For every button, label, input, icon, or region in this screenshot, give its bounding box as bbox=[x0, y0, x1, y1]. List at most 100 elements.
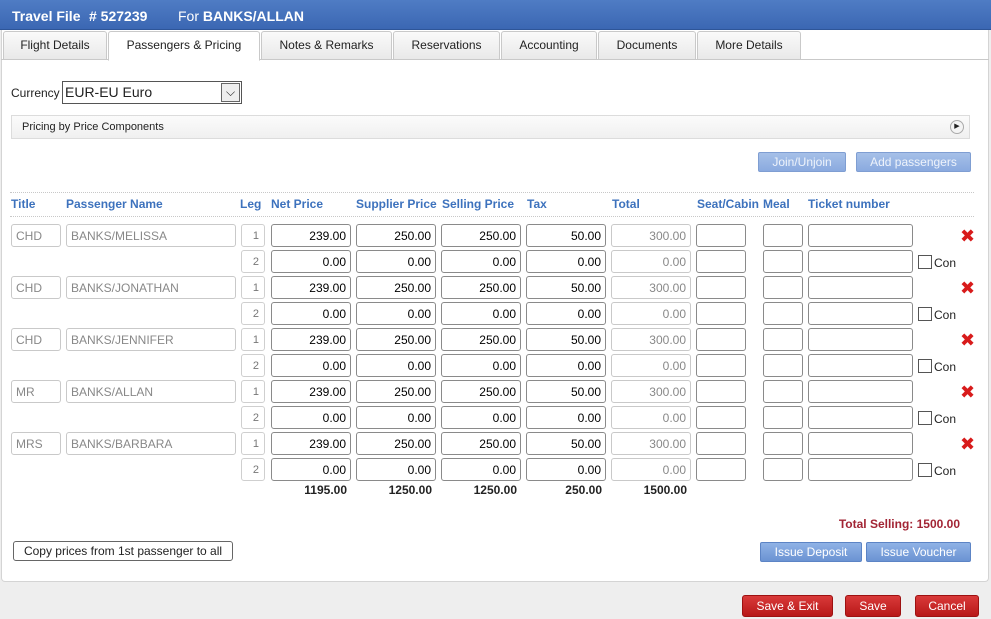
tab-flight-details[interactable]: Flight Details bbox=[3, 31, 107, 60]
price-supplier-field[interactable]: 250.00 bbox=[356, 328, 436, 351]
passenger-name-field[interactable]: BANKS/JENNIFER bbox=[66, 328, 236, 351]
meal-field[interactable] bbox=[763, 224, 803, 247]
seat-cabin-field[interactable] bbox=[696, 250, 746, 273]
price-total-field[interactable]: 300.00 bbox=[611, 380, 691, 403]
passenger-title-field[interactable]: CHD bbox=[11, 224, 61, 247]
price-total-field[interactable]: 300.00 bbox=[611, 276, 691, 299]
con-checkbox[interactable] bbox=[918, 359, 932, 373]
price-total-field[interactable]: 0.00 bbox=[611, 302, 691, 325]
seat-cabin-field[interactable] bbox=[696, 224, 746, 247]
ticket-number-field[interactable] bbox=[808, 406, 913, 429]
ticket-number-field[interactable] bbox=[808, 432, 913, 455]
seat-cabin-field[interactable] bbox=[696, 302, 746, 325]
price-supplier-field[interactable]: 0.00 bbox=[356, 354, 436, 377]
con-checkbox[interactable] bbox=[918, 255, 932, 269]
price-supplier-field[interactable]: 0.00 bbox=[356, 250, 436, 273]
seat-cabin-field[interactable] bbox=[696, 458, 746, 481]
price-net-field[interactable]: 0.00 bbox=[271, 354, 351, 377]
price-supplier-field[interactable]: 250.00 bbox=[356, 224, 436, 247]
save-button[interactable]: Save bbox=[845, 595, 901, 617]
price-selling-field[interactable]: 0.00 bbox=[441, 250, 521, 273]
price-supplier-field[interactable]: 0.00 bbox=[356, 406, 436, 429]
seat-cabin-field[interactable] bbox=[696, 276, 746, 299]
tab-more-details[interactable]: More Details bbox=[697, 31, 801, 60]
price-net-field[interactable]: 239.00 bbox=[271, 328, 351, 351]
copy-prices-button[interactable]: Copy prices from 1st passenger to all bbox=[13, 541, 233, 561]
meal-field[interactable] bbox=[763, 432, 803, 455]
ticket-number-field[interactable] bbox=[808, 302, 913, 325]
price-selling-field[interactable]: 250.00 bbox=[441, 276, 521, 299]
price-supplier-field[interactable]: 250.00 bbox=[356, 432, 436, 455]
price-tax-field[interactable]: 0.00 bbox=[526, 250, 606, 273]
seat-cabin-field[interactable] bbox=[696, 406, 746, 429]
price-selling-field[interactable]: 250.00 bbox=[441, 380, 521, 403]
passenger-title-field[interactable]: MR bbox=[11, 380, 61, 403]
price-supplier-field[interactable]: 250.00 bbox=[356, 276, 436, 299]
passenger-name-field[interactable]: BANKS/JONATHAN bbox=[66, 276, 236, 299]
currency-select[interactable]: EUR-EU Euro ⌵ bbox=[62, 81, 242, 104]
price-total-field[interactable]: 300.00 bbox=[611, 224, 691, 247]
ticket-number-field[interactable] bbox=[808, 224, 913, 247]
con-checkbox[interactable] bbox=[918, 307, 932, 321]
price-net-field[interactable]: 239.00 bbox=[271, 276, 351, 299]
price-net-field[interactable]: 0.00 bbox=[271, 250, 351, 273]
tab-passengers-pricing[interactable]: Passengers & Pricing bbox=[108, 31, 260, 61]
price-net-field[interactable]: 239.00 bbox=[271, 224, 351, 247]
passenger-name-field[interactable]: BANKS/ALLAN bbox=[66, 380, 236, 403]
issue-voucher-button[interactable]: Issue Voucher bbox=[866, 542, 971, 562]
ticket-number-field[interactable] bbox=[808, 250, 913, 273]
meal-field[interactable] bbox=[763, 276, 803, 299]
price-total-field[interactable]: 0.00 bbox=[611, 354, 691, 377]
con-checkbox[interactable] bbox=[918, 411, 932, 425]
price-tax-field[interactable]: 50.00 bbox=[526, 276, 606, 299]
meal-field[interactable] bbox=[763, 458, 803, 481]
seat-cabin-field[interactable] bbox=[696, 354, 746, 377]
meal-field[interactable] bbox=[763, 302, 803, 325]
price-tax-field[interactable]: 50.00 bbox=[526, 328, 606, 351]
tab-documents[interactable]: Documents bbox=[598, 31, 696, 60]
delete-icon[interactable]: ✖ bbox=[960, 279, 975, 297]
delete-icon[interactable]: ✖ bbox=[960, 383, 975, 401]
ticket-number-field[interactable] bbox=[808, 328, 913, 351]
save-exit-button[interactable]: Save & Exit bbox=[742, 595, 833, 617]
delete-icon[interactable]: ✖ bbox=[960, 331, 975, 349]
price-tax-field[interactable]: 0.00 bbox=[526, 354, 606, 377]
ticket-number-field[interactable] bbox=[808, 380, 913, 403]
add-passengers-button[interactable]: Add passengers bbox=[856, 152, 971, 172]
price-supplier-field[interactable]: 250.00 bbox=[356, 380, 436, 403]
tab-accounting[interactable]: Accounting bbox=[501, 31, 597, 60]
price-tax-field[interactable]: 50.00 bbox=[526, 224, 606, 247]
meal-field[interactable] bbox=[763, 380, 803, 403]
delete-icon[interactable]: ✖ bbox=[960, 435, 975, 453]
seat-cabin-field[interactable] bbox=[696, 380, 746, 403]
price-tax-field[interactable]: 50.00 bbox=[526, 432, 606, 455]
price-selling-field[interactable]: 250.00 bbox=[441, 328, 521, 351]
price-selling-field[interactable]: 0.00 bbox=[441, 458, 521, 481]
ticket-number-field[interactable] bbox=[808, 276, 913, 299]
ticket-number-field[interactable] bbox=[808, 458, 913, 481]
passenger-title-field[interactable]: MRS bbox=[11, 432, 61, 455]
price-net-field[interactable]: 239.00 bbox=[271, 380, 351, 403]
price-selling-field[interactable]: 0.00 bbox=[441, 302, 521, 325]
price-net-field[interactable]: 0.00 bbox=[271, 458, 351, 481]
expand-arrow-icon[interactable]: ▶ bbox=[950, 120, 964, 134]
price-net-field[interactable]: 0.00 bbox=[271, 406, 351, 429]
passenger-name-field[interactable]: BANKS/BARBARA bbox=[66, 432, 236, 455]
price-net-field[interactable]: 239.00 bbox=[271, 432, 351, 455]
con-checkbox[interactable] bbox=[918, 463, 932, 477]
tab-reservations[interactable]: Reservations bbox=[393, 31, 500, 60]
delete-icon[interactable]: ✖ bbox=[960, 227, 975, 245]
price-total-field[interactable]: 0.00 bbox=[611, 458, 691, 481]
ticket-number-field[interactable] bbox=[808, 354, 913, 377]
issue-deposit-button[interactable]: Issue Deposit bbox=[760, 542, 862, 562]
meal-field[interactable] bbox=[763, 406, 803, 429]
price-total-field[interactable]: 300.00 bbox=[611, 432, 691, 455]
seat-cabin-field[interactable] bbox=[696, 432, 746, 455]
price-total-field[interactable]: 0.00 bbox=[611, 406, 691, 429]
price-tax-field[interactable]: 0.00 bbox=[526, 302, 606, 325]
meal-field[interactable] bbox=[763, 328, 803, 351]
price-selling-field[interactable]: 0.00 bbox=[441, 354, 521, 377]
meal-field[interactable] bbox=[763, 250, 803, 273]
passenger-title-field[interactable]: CHD bbox=[11, 328, 61, 351]
price-selling-field[interactable]: 250.00 bbox=[441, 224, 521, 247]
